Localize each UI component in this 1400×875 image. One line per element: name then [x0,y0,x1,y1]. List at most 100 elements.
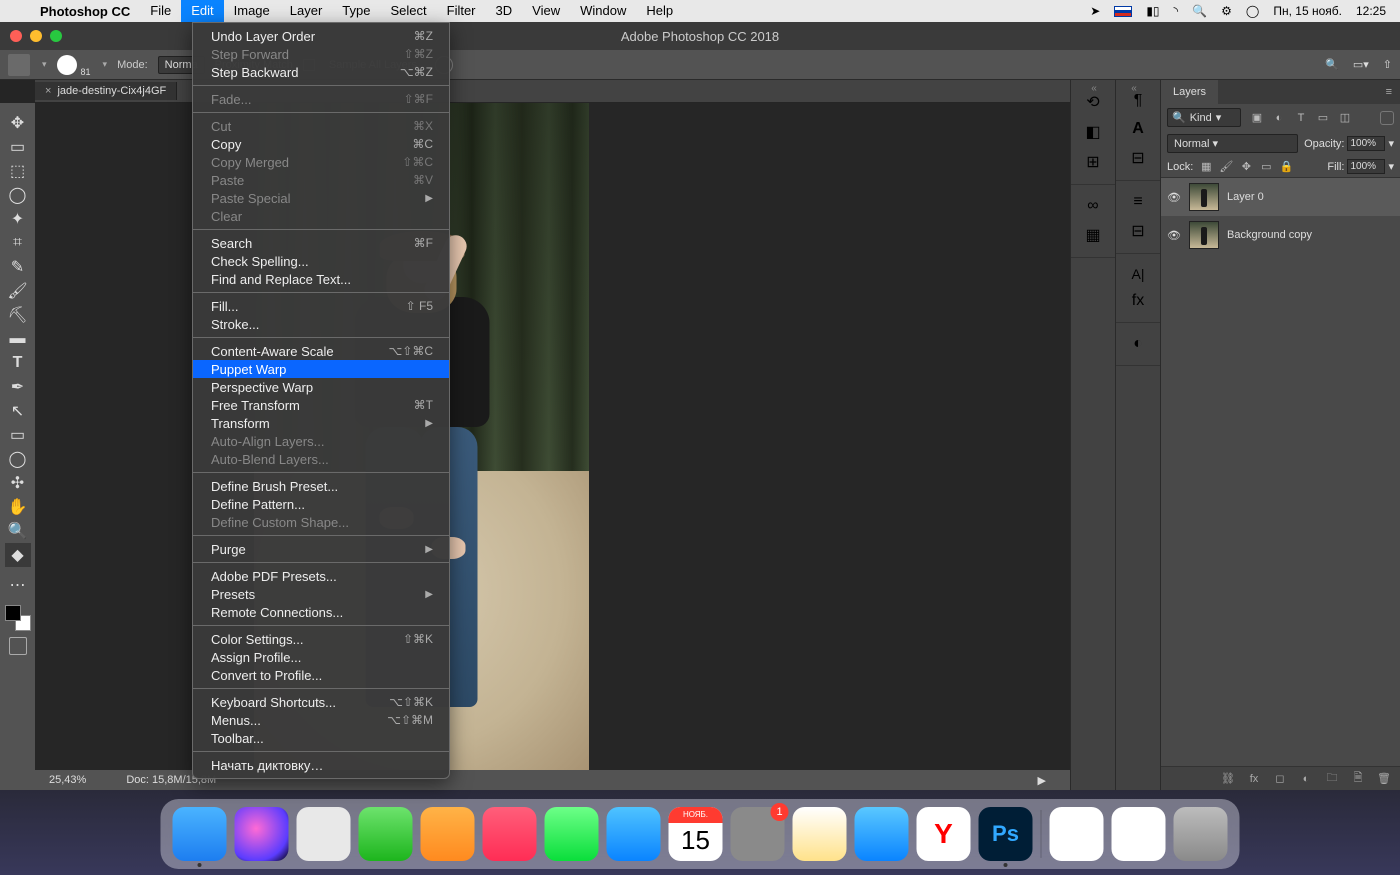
zoom-level[interactable]: 25,43% [49,774,86,786]
current-tool-icon[interactable] [8,54,30,76]
quick-mask-icon[interactable] [9,637,27,655]
spotlight-icon[interactable]: 🔍 [1192,4,1207,18]
panel-collapse-icon[interactable]: « [1131,83,1137,95]
siri-icon[interactable]: ◯ [1246,4,1259,18]
dock-app-doc1[interactable] [1050,807,1104,861]
control-center-icon[interactable]: ⚙ [1221,4,1232,18]
menu-item-step-backward[interactable]: Step Backward⌥⌘Z [193,63,449,81]
cc-libraries-panel-icon[interactable]: ∞ [1087,197,1098,215]
layer-name[interactable]: Layer 0 [1227,191,1264,203]
menu-item-perspective-warp[interactable]: Perspective Warp [193,378,449,396]
menu-view[interactable]: View [522,0,570,22]
new-layer-icon[interactable]: 🗎 [1350,769,1366,788]
eyedropper-tool-icon[interactable]: ✎ [5,255,31,279]
dock-app-trash[interactable] [1174,807,1228,861]
wifi-icon[interactable]: ◝ [1174,4,1179,18]
ellipse-tool-icon[interactable]: ◯ [5,447,31,471]
dock-app-appstore[interactable] [607,807,661,861]
filter-toggle[interactable] [1380,111,1394,125]
menu-layer[interactable]: Layer [280,0,333,22]
lasso-tool-icon[interactable]: ◯ [5,183,31,207]
stamp-tool-icon[interactable]: ⛏ [5,303,31,327]
menu-item-check-spelling[interactable]: Check Spelling... [193,252,449,270]
path-select-tool-icon[interactable]: ↖ [5,399,31,423]
layer-row[interactable]: 👁 Background copy [1161,216,1400,254]
lock-all-icon[interactable]: 🔒 [1279,160,1293,174]
dock-app-pages[interactable] [421,807,475,861]
dock-app-finder[interactable] [173,807,227,861]
type-panel-icon[interactable]: A| [1132,266,1145,282]
menu-item-free-transform[interactable]: Free Transform⌘T [193,396,449,414]
canvas-area[interactable] [35,103,1070,770]
window-minimize-button[interactable] [30,30,42,42]
dock-app-calendar[interactable]: НОЯБ.15 [669,807,723,861]
menu-select[interactable]: Select [380,0,436,22]
menu-item-fill[interactable]: Fill...⇧ F5 [193,297,449,315]
menu-3d[interactable]: 3D [486,0,523,22]
character-styles-panel-icon[interactable]: ⊟ [1131,221,1144,241]
document-tab[interactable]: × jade-destiny-Cix4j4GF [35,82,177,100]
visibility-icon[interactable]: 👁 [1167,191,1181,204]
brush-chevron-icon[interactable]: ▾ [103,59,108,70]
layer-name[interactable]: Background copy [1227,229,1312,241]
opacity-input[interactable] [1347,136,1385,151]
layer-thumbnail[interactable] [1189,221,1219,249]
menu-filter[interactable]: Filter [437,0,486,22]
swatches-panel-icon[interactable]: ◧ [1085,122,1100,142]
filter-shape-icon[interactable]: ▭ [1315,110,1331,126]
menu-file[interactable]: File [140,0,181,22]
crop-tool-icon[interactable]: ⌗ [5,231,31,255]
menubar-date[interactable]: Пн, 15 нояб. [1273,4,1342,18]
menu-edit[interactable]: Edit [181,0,223,22]
marquee-tool-icon[interactable]: ⬚ [5,159,31,183]
delete-layer-icon[interactable]: 🗑 [1376,772,1392,785]
dock-app-facetime[interactable] [545,807,599,861]
brush-preview[interactable] [57,55,77,75]
lock-artboard-icon[interactable]: ▭ [1259,160,1273,174]
menu-item-copy[interactable]: Copy⌘C [193,135,449,153]
color-swatches[interactable] [5,605,31,631]
type-tool-icon[interactable]: T [5,351,31,375]
character-panel-icon[interactable]: A [1132,120,1144,138]
menu-item-purge[interactable]: Purge▶ [193,540,449,558]
lock-pixels-icon[interactable]: 🖌 [1219,160,1233,174]
menu-help[interactable]: Help [636,0,683,22]
pen-tool-icon[interactable]: ✒ [5,375,31,399]
app-name[interactable]: Photoshop CC [30,4,140,19]
battery-icon[interactable]: ▮▯ [1146,4,1159,18]
window-close-button[interactable] [10,30,22,42]
move-tool-icon[interactable]: ✥ [5,111,31,135]
history-panel-icon[interactable]: ⟲ [1086,92,1099,112]
menu-item-define-brush-preset[interactable]: Define Brush Preset... [193,477,449,495]
menu-item-content-aware-scale[interactable]: Content-Aware Scale⌥⇧⌘C [193,342,449,360]
status-chevron-icon[interactable]: ▶ [1038,774,1046,787]
menu-image[interactable]: Image [224,0,280,22]
menu-item-keyboard-shortcuts[interactable]: Keyboard Shortcuts...⌥⇧⌘K [193,693,449,711]
menu-window[interactable]: Window [570,0,636,22]
menu-item-undo-layer-order[interactable]: Undo Layer Order⌘Z [193,27,449,45]
window-maximize-button[interactable] [50,30,62,42]
search-icon[interactable]: 🔍 [1325,58,1339,71]
filter-adjust-icon[interactable]: ◐ [1271,110,1287,126]
dock-app-yandex[interactable]: Y [917,807,971,861]
lock-position-icon[interactable]: ✥ [1239,160,1253,174]
tool-preset-chevron-icon[interactable]: ▾ [42,59,47,70]
layer-row[interactable]: 👁 Layer 0 [1161,178,1400,216]
filter-pixels-icon[interactable]: ▣ [1249,110,1265,126]
filter-smart-icon[interactable]: ◫ [1337,110,1353,126]
dock-app-photoshop[interactable]: Ps [979,807,1033,861]
adjustments-panel-icon[interactable]: ◐ [1133,335,1143,353]
libraries-panel-icon[interactable]: ▦ [1085,225,1100,245]
menu-item-color-settings[interactable]: Color Settings...⇧⌘K [193,630,449,648]
quick-select-tool-icon[interactable]: ✦ [5,207,31,231]
dock-app-launchpad[interactable] [297,807,351,861]
menu-item-toolbar[interactable]: Toolbar... [193,729,449,747]
blend-mode-select[interactable]: Normal ▾ [1167,134,1298,153]
dock-app-music[interactable] [483,807,537,861]
menu-item-puppet-warp[interactable]: Puppet Warp [193,360,449,378]
styles-panel-icon[interactable]: fx [1132,292,1144,310]
paragraph-styles-panel-icon[interactable]: ≡ [1133,193,1142,211]
menu-item-presets[interactable]: Presets▶ [193,585,449,603]
layer-fx-icon[interactable]: fx [1246,773,1262,785]
filter-type-icon[interactable]: T [1293,110,1309,126]
